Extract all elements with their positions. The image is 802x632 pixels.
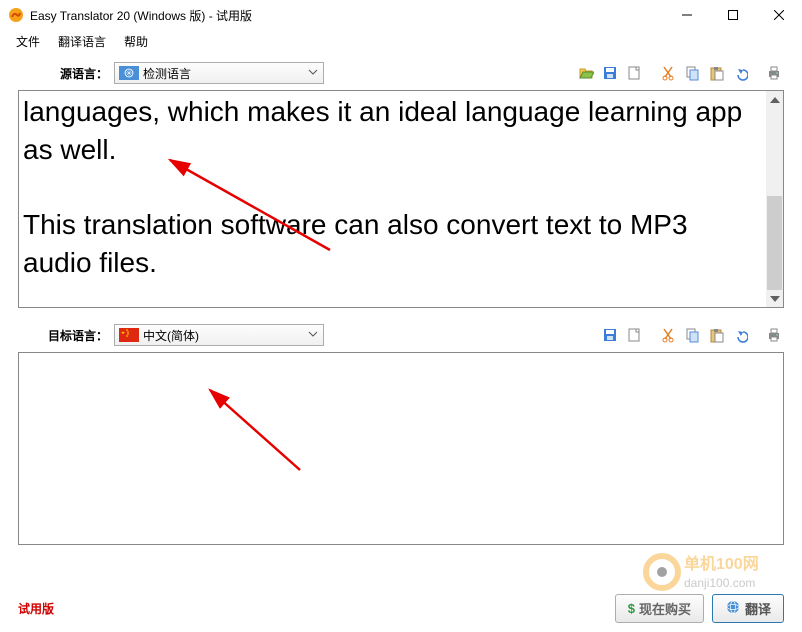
minimize-button[interactable]	[664, 0, 710, 30]
paste-button[interactable]	[706, 325, 726, 345]
target-lang-value: 中文(简体)	[143, 327, 199, 344]
target-lang-combo[interactable]: 中文(简体)	[114, 324, 324, 346]
undo-button[interactable]	[730, 325, 750, 345]
new-button[interactable]	[624, 325, 644, 345]
source-toolbar	[576, 63, 784, 83]
new-button[interactable]	[624, 63, 644, 83]
cut-button[interactable]	[658, 63, 678, 83]
target-lang-label: 目标语言：	[18, 327, 108, 344]
print-button[interactable]	[764, 63, 784, 83]
source-lang-label: 源语言：	[18, 65, 108, 82]
source-lang-combo[interactable]: 检测语言	[114, 62, 324, 84]
title-bar: Easy Translator 20 (Windows 版) - 试用版	[0, 0, 802, 30]
menu-file[interactable]: 文件	[8, 31, 48, 52]
scroll-up-icon[interactable]	[766, 91, 783, 108]
close-button[interactable]	[756, 0, 802, 30]
buy-now-label: 现在购买	[639, 599, 691, 618]
target-toolbar	[600, 325, 784, 345]
chevron-down-icon	[307, 66, 319, 81]
copy-button[interactable]	[682, 325, 702, 345]
app-icon	[8, 7, 24, 23]
source-text-area[interactable]: languages, and with text-to-speech (TTS)…	[18, 90, 784, 308]
globe-icon	[725, 599, 741, 618]
chevron-down-icon	[307, 328, 319, 343]
buy-now-button[interactable]: $ 现在购买	[615, 594, 704, 623]
window-title: Easy Translator 20 (Windows 版) - 试用版	[30, 7, 664, 24]
footer-bar: 试用版 $ 现在购买 翻译	[0, 584, 802, 632]
paste-button[interactable]	[706, 63, 726, 83]
save-button[interactable]	[600, 325, 620, 345]
china-flag-icon	[119, 328, 139, 342]
source-row: 源语言： 检测语言	[0, 52, 802, 90]
cut-button[interactable]	[658, 325, 678, 345]
svg-text:单机100网: 单机100网	[684, 554, 759, 573]
translate-button[interactable]: 翻译	[712, 594, 784, 623]
source-scrollbar[interactable]	[766, 91, 783, 307]
dollar-icon: $	[628, 601, 635, 616]
menu-help[interactable]: 帮助	[116, 31, 156, 52]
menu-translate-langs[interactable]: 翻译语言	[50, 31, 114, 52]
source-text-content: languages, and with text-to-speech (TTS)…	[19, 90, 766, 286]
scroll-down-icon[interactable]	[766, 290, 783, 307]
copy-button[interactable]	[682, 63, 702, 83]
menu-bar: 文件 翻译语言 帮助	[0, 30, 802, 52]
target-text-area[interactable]	[18, 352, 784, 545]
scroll-thumb[interactable]	[767, 196, 782, 291]
save-button[interactable]	[600, 63, 620, 83]
translate-label: 翻译	[745, 599, 771, 618]
maximize-button[interactable]	[710, 0, 756, 30]
undo-button[interactable]	[730, 63, 750, 83]
print-button[interactable]	[764, 325, 784, 345]
open-button[interactable]	[576, 63, 596, 83]
un-flag-icon	[119, 66, 139, 80]
target-row: 目标语言： 中文(简体)	[0, 308, 802, 352]
source-lang-value: 检测语言	[143, 65, 191, 82]
trial-label: 试用版	[18, 600, 54, 617]
